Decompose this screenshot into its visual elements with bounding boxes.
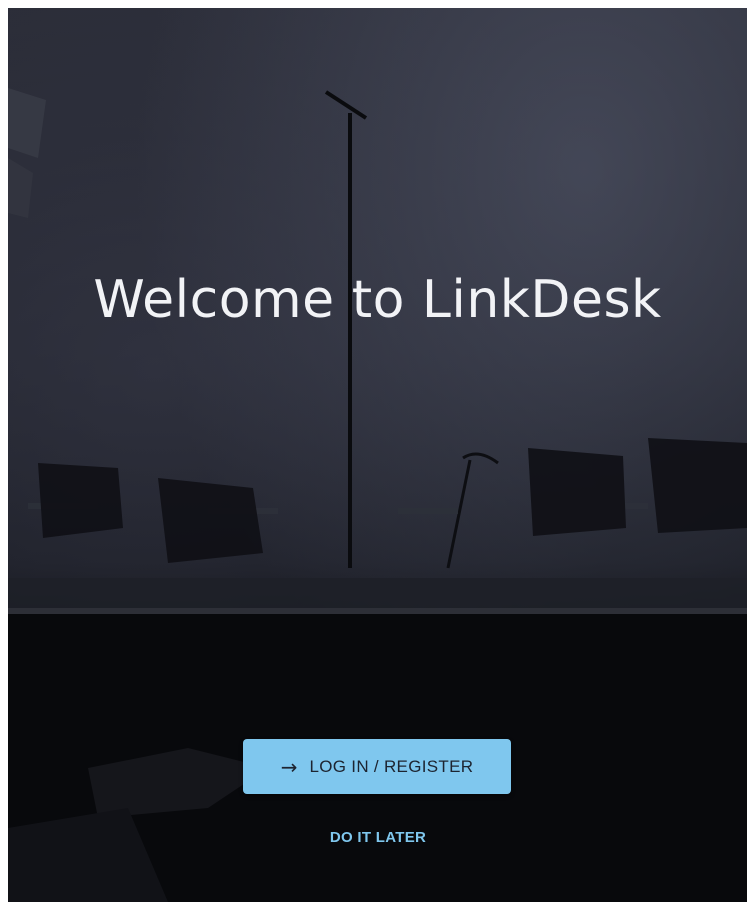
do-it-later-button[interactable]: DO IT LATER xyxy=(278,823,478,851)
login-register-label: LOG IN / REGISTER xyxy=(309,756,474,776)
arrow-right-icon: → xyxy=(280,754,298,779)
login-register-button[interactable]: → LOG IN / REGISTER xyxy=(243,739,511,794)
welcome-title: Welcome to LinkDesk xyxy=(93,270,662,330)
welcome-screen: Welcome to LinkDesk → LOG IN / REGISTER … xyxy=(8,8,747,902)
